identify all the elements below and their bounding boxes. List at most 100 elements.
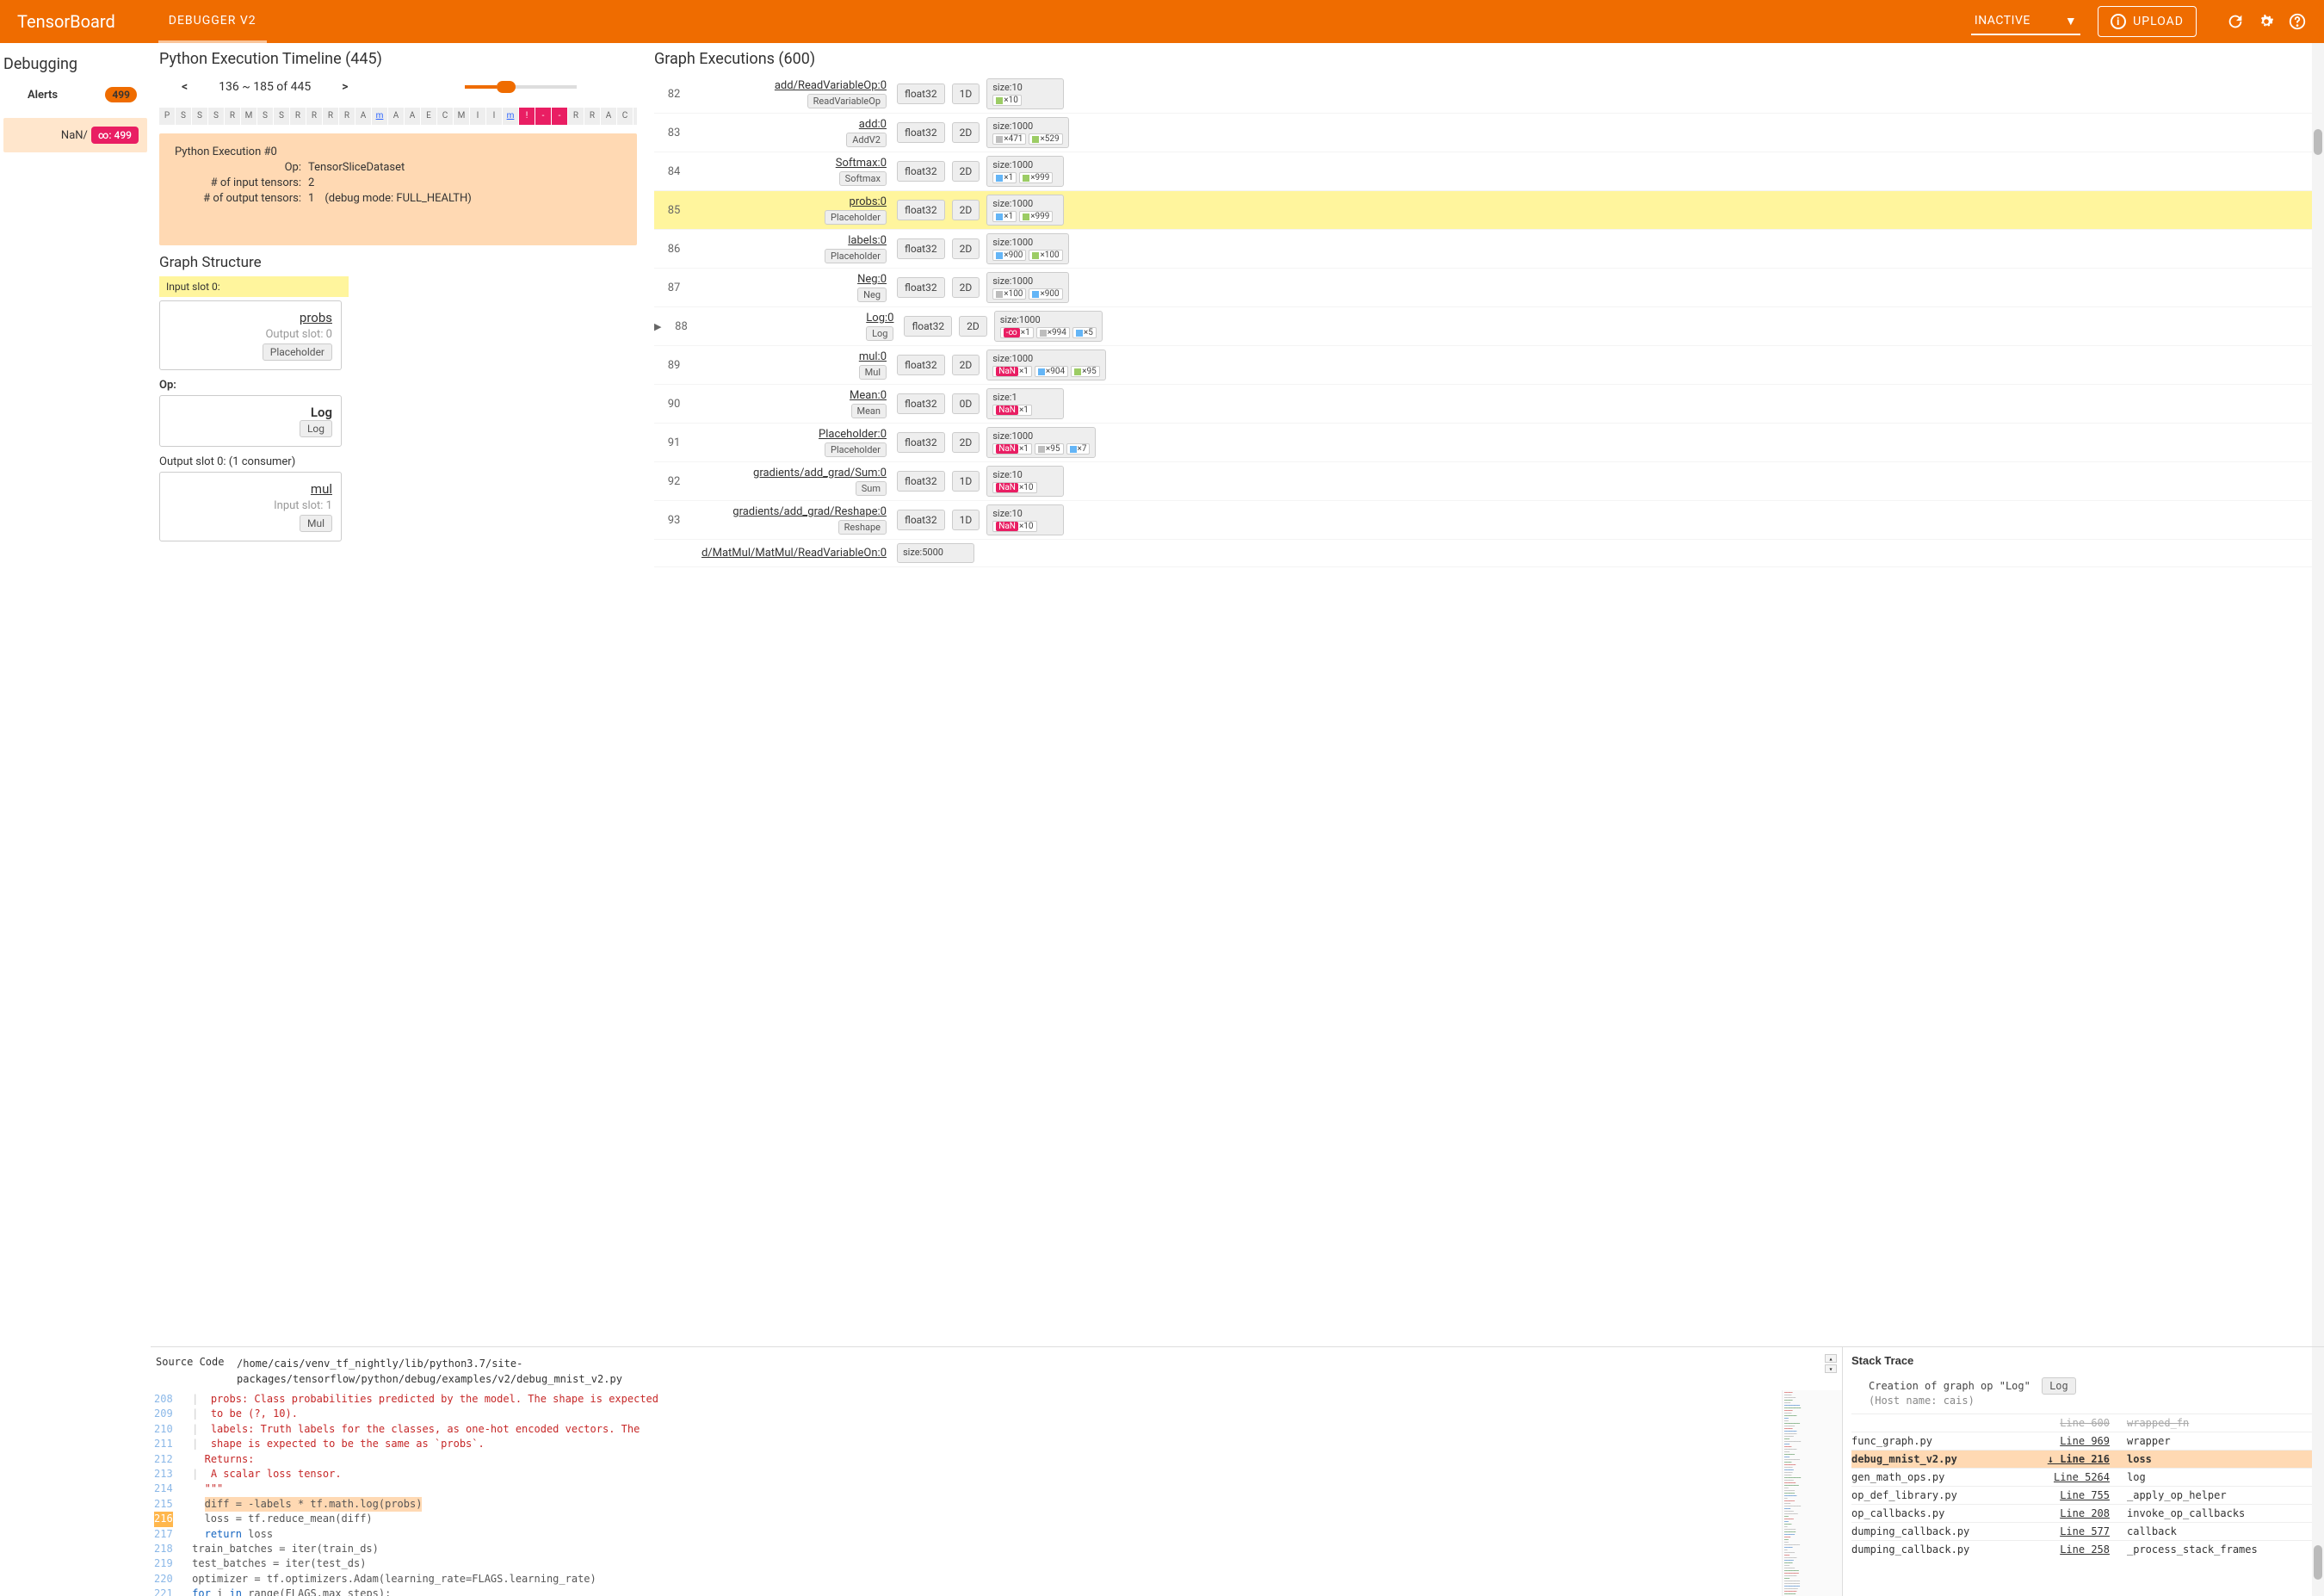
ge-op-name[interactable]: add:0 xyxy=(701,118,887,131)
status-dropdown[interactable]: INACTIVE ▼ xyxy=(1971,9,2080,35)
stack-line[interactable]: Line 208 xyxy=(2041,1507,2127,1519)
stack-row[interactable]: op_def_library.py Line 755 _apply_op_hel… xyxy=(1851,1486,2315,1504)
graph-exec-row[interactable]: 84 Softmax:0 Softmax float32 2D size:100… xyxy=(654,152,2315,191)
timeline-cell[interactable]: A xyxy=(388,108,404,125)
timeline-cell[interactable]: E xyxy=(421,108,436,125)
path-step-up[interactable]: ▴ xyxy=(1825,1354,1837,1363)
graph-exec-row[interactable]: 82 add/ReadVariableOp:0 ReadVariableOp f… xyxy=(654,75,2315,114)
timeline-cell[interactable]: A xyxy=(601,108,616,125)
timeline-cell[interactable]: S xyxy=(208,108,224,125)
graph-exec-row[interactable]: 89 mul:0 Mul float32 2D size:1000 NaN×1×… xyxy=(654,346,2315,385)
timeline-cell[interactable]: S xyxy=(176,108,191,125)
stack-row[interactable]: gen_math_ops.py Line 5264 log xyxy=(1851,1468,2315,1486)
refresh-icon[interactable] xyxy=(2226,12,2245,31)
ge-op-name[interactable]: Log:0 xyxy=(708,312,893,325)
stack-line[interactable]: Line 258 xyxy=(2041,1543,2127,1556)
stack-fn: log xyxy=(2127,1471,2315,1483)
graph-exec-row[interactable]: 92 gradients/add_grad/Sum:0 Sum float32 … xyxy=(654,462,2315,501)
graph-exec-row[interactable]: 83 add:0 AddV2 float32 2D size:1000 ×471… xyxy=(654,114,2315,152)
stack-line[interactable]: Line 969 xyxy=(2041,1435,2127,1447)
timeline-prev-button[interactable]: < xyxy=(176,80,193,94)
graph-exec-scrollbar[interactable] xyxy=(2312,43,2324,1346)
timeline-cell[interactable]: R xyxy=(584,108,600,125)
input-slot-box[interactable]: probs Output slot: 0 Placeholder xyxy=(159,300,342,370)
ge-op-type: Log xyxy=(866,326,893,341)
graph-exec-row[interactable]: d/MatMul/MatMul/ReadVariableOn:0 size:50… xyxy=(654,540,2315,567)
timeline-cell[interactable]: R xyxy=(225,108,240,125)
stack-line[interactable]: Line 577 xyxy=(2041,1525,2127,1537)
ge-op-name[interactable]: add/ReadVariableOp:0 xyxy=(701,79,887,92)
graph-exec-row[interactable]: 87 Neg:0 Neg float32 2D size:1000 ×100×9… xyxy=(654,269,2315,307)
output-name[interactable]: mul xyxy=(169,481,332,497)
stack-line[interactable]: Line 600 xyxy=(2041,1417,2127,1429)
timeline-cell[interactable]: ! xyxy=(519,108,535,125)
ge-op-name[interactable]: gradients/add_grad/Sum:0 xyxy=(701,467,887,479)
timeline-cell[interactable]: C xyxy=(437,108,453,125)
code-lines[interactable]: | probs: Class probabilities predicted b… xyxy=(180,1390,1782,1596)
graph-exec-row[interactable]: 91 Placeholder:0 Placeholder float32 2D … xyxy=(654,424,2315,462)
tab-debugger-v2[interactable]: DEBUGGER V2 xyxy=(158,0,267,43)
stack-scrollbar[interactable] xyxy=(2312,1347,2324,1596)
output-slot-box[interactable]: mul Input slot: 1 Mul xyxy=(159,472,342,541)
ge-op-name[interactable]: d/MatMul/MatMul/ReadVariableOn:0 xyxy=(701,547,887,560)
output-sub: Input slot: 1 xyxy=(169,499,332,512)
ge-op-name[interactable]: mul:0 xyxy=(701,350,887,363)
timeline-cell[interactable]: m xyxy=(503,108,518,125)
timeline-cell[interactable]: R xyxy=(339,108,355,125)
stack-line[interactable]: ↓ Line 216 xyxy=(2041,1453,2127,1465)
graph-exec-row[interactable]: 90 Mean:0 Mean float32 0D size:1 NaN×1 xyxy=(654,385,2315,424)
gear-icon[interactable] xyxy=(2257,12,2276,31)
ge-op-name[interactable]: Softmax:0 xyxy=(701,157,887,170)
stack-row[interactable]: debug_mnist_v2.py ↓ Line 216 loss xyxy=(1851,1450,2315,1468)
ge-op-name[interactable]: Mean:0 xyxy=(701,389,887,402)
stack-line[interactable]: Line 5264 xyxy=(2041,1471,2127,1483)
timeline-cell[interactable]: I xyxy=(470,108,485,125)
timeline-cell[interactable]: R xyxy=(290,108,306,125)
ge-op-name[interactable]: probs:0 xyxy=(701,195,887,208)
stack-row[interactable]: op_callbacks.py Line 208 invoke_op_callb… xyxy=(1851,1504,2315,1522)
upload-label: UPLOAD xyxy=(2133,15,2184,28)
stack-row[interactable]: dumping_callback.py Line 577 callback xyxy=(1851,1522,2315,1540)
timeline-cell[interactable]: I xyxy=(486,108,502,125)
timeline-cell[interactable]: R xyxy=(634,108,637,125)
stack-row[interactable]: Line 600 wrapped_fn xyxy=(1851,1414,2315,1432)
slider-thumb[interactable] xyxy=(497,81,516,93)
ge-op-name[interactable]: Neg:0 xyxy=(701,273,887,286)
ge-dtype: float32 xyxy=(897,238,945,259)
timeline-cell[interactable]: M xyxy=(454,108,469,125)
code-minimap[interactable]: ▬▬▬▬▬▬▬▬ ▬▬▬▬▬▬▬ ▬▬▬▬▬▬▬▬▬▬▬ ▬▬▬▬▬▬▬▬ ▬▬… xyxy=(1782,1390,1842,1596)
source-path-line1: /home/cais/venv_tf_nightly/lib/python3.7… xyxy=(237,1356,1839,1371)
timeline-cell[interactable]: R xyxy=(306,108,322,125)
graph-exec-row[interactable]: ▶ 88 Log:0 Log float32 2D size:1000 -∞×1… xyxy=(654,307,2315,346)
timeline-cell[interactable]: M xyxy=(241,108,257,125)
input-name[interactable]: probs xyxy=(169,310,332,325)
op-box[interactable]: Log Log xyxy=(159,395,342,447)
graph-exec-row[interactable]: 85 probs:0 Placeholder float32 2D size:1… xyxy=(654,191,2315,230)
timeline-cell[interactable]: - xyxy=(535,108,551,125)
stack-line[interactable]: Line 755 xyxy=(2041,1489,2127,1501)
graph-exec-row[interactable]: 86 labels:0 Placeholder float32 2D size:… xyxy=(654,230,2315,269)
ge-op-name[interactable]: gradients/add_grad/Reshape:0 xyxy=(701,505,887,518)
help-icon[interactable] xyxy=(2288,12,2307,31)
nan-alert-row[interactable]: NaN/ ∞: 499 xyxy=(3,118,147,152)
timeline-cell[interactable]: R xyxy=(568,108,584,125)
timeline-cell[interactable]: - xyxy=(552,108,567,125)
ge-op-name[interactable]: Placeholder:0 xyxy=(701,428,887,441)
timeline-cell[interactable]: A xyxy=(405,108,420,125)
timeline-cell[interactable]: S xyxy=(192,108,207,125)
ge-op-name[interactable]: labels:0 xyxy=(701,234,887,247)
timeline-cell[interactable]: m xyxy=(372,108,387,125)
timeline-cell[interactable]: A xyxy=(355,108,371,125)
timeline-cell[interactable]: P xyxy=(159,108,175,125)
upload-button[interactable]: i UPLOAD xyxy=(2098,6,2197,37)
stack-row[interactable]: dumping_callback.py Line 258 _process_st… xyxy=(1851,1540,2315,1558)
stack-row[interactable]: func_graph.py Line 969 wrapper xyxy=(1851,1432,2315,1450)
timeline-cell[interactable]: S xyxy=(274,108,289,125)
timeline-cell[interactable]: R xyxy=(323,108,338,125)
timeline-cell[interactable]: S xyxy=(257,108,273,125)
graph-exec-row[interactable]: 93 gradients/add_grad/Reshape:0 Reshape … xyxy=(654,501,2315,540)
timeline-next-button[interactable]: > xyxy=(337,80,353,94)
timeline-slider[interactable] xyxy=(465,85,577,89)
timeline-cell[interactable]: C xyxy=(617,108,633,125)
path-step-down[interactable]: ▾ xyxy=(1825,1364,1837,1373)
